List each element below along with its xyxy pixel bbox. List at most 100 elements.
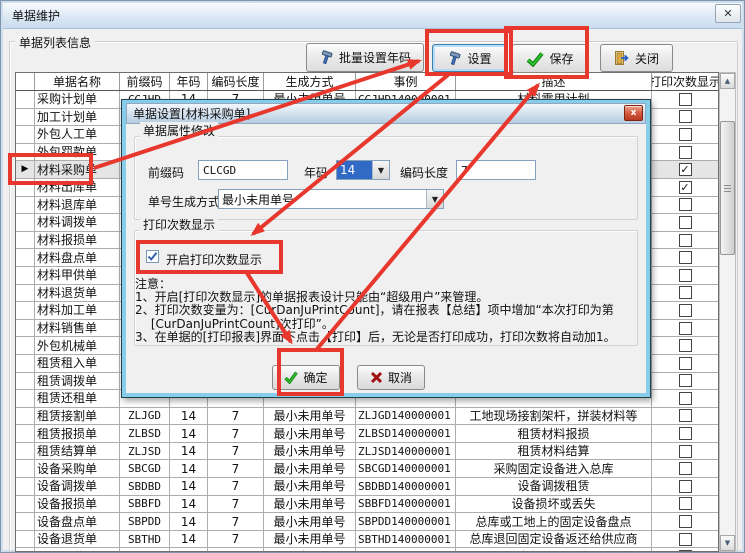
cancel-button[interactable]: 取消	[357, 365, 425, 390]
chevron-down-icon[interactable]: ▼	[426, 190, 443, 208]
print-count-display-checkbox[interactable]	[679, 339, 692, 352]
print-count-display-checkbox[interactable]	[679, 497, 692, 510]
column-header: 描述	[456, 73, 652, 90]
batch-set-year-button[interactable]: 批量设置年码	[306, 43, 424, 72]
table-row[interactable]: 设备盘点单SBPDD147最小未用单号SBPDD140000001总库或工地上的…	[16, 513, 718, 531]
scroll-down-button[interactable]: ▼	[720, 535, 735, 551]
cell-method: 最小未用单号	[264, 460, 356, 478]
print-count-display-checkbox[interactable]	[679, 286, 692, 299]
print-count-display-checkbox[interactable]	[679, 216, 692, 229]
cell-name: 外包人工单	[35, 126, 120, 144]
prefix-label: 前缀码	[148, 164, 184, 181]
print-count-display-checkbox[interactable]	[679, 322, 692, 335]
cell-name: 租赁还租单	[35, 390, 120, 408]
window-close-button[interactable]: ✕	[715, 4, 741, 23]
print-count-display-checkbox[interactable]	[679, 409, 692, 422]
table-row[interactable]: 设备调拨单SBDBD147最小未用单号SBDBD140000001设备调拨租赁	[16, 478, 718, 496]
print-count-display-checkbox[interactable]	[679, 374, 692, 387]
hammer-icon	[319, 50, 334, 65]
print-count-display-checkbox[interactable]	[679, 533, 692, 546]
cell-print-count	[652, 478, 719, 496]
table-row[interactable]: 设备退货单SBTHD147最小未用单号SBTHD140000001总库退回固定设…	[16, 531, 718, 549]
cell-print-count	[652, 355, 719, 373]
cell-name: 材料采购单	[35, 161, 120, 179]
print-count-display-checkbox[interactable]	[679, 427, 692, 440]
print-count-display-checkbox[interactable]	[679, 462, 692, 475]
scroll-up-button[interactable]: ▲	[720, 73, 735, 89]
chevron-down-icon[interactable]: ▼	[372, 161, 389, 179]
cell-print-count	[652, 531, 719, 549]
cell-name: 租赁结算单	[35, 443, 120, 461]
number-method-label: 单号生成方式	[148, 193, 220, 210]
column-header: 单据名称	[35, 73, 120, 90]
print-count-display-checkbox[interactable]	[679, 357, 692, 370]
print-count-display-checkbox[interactable]	[679, 128, 692, 141]
print-count-display-checkbox[interactable]: ✓	[679, 163, 692, 176]
cell-name: 材料退库单	[35, 197, 120, 215]
cell-print-count	[652, 513, 719, 531]
cell-example: SBTHD140000001	[356, 531, 456, 549]
dialog-close-button[interactable]: x	[624, 105, 643, 121]
window-title: 单据维护	[12, 7, 60, 24]
dialog-body: 单据属性修改 前缀码 CLCGD 年码 14 ▼ 编码长度 7 单号生成方式 最…	[126, 124, 646, 393]
print-count-display-checkbox[interactable]	[679, 146, 692, 159]
save-label: 保存	[549, 50, 573, 67]
print-count-display-checkbox[interactable]	[679, 251, 692, 264]
vertical-scrollbar[interactable]: ▲ ▼	[719, 72, 736, 552]
print-count-display-checkbox[interactable]	[679, 234, 692, 247]
row-selection-marker	[16, 302, 35, 320]
window-titlebar: 单据维护	[3, 3, 742, 29]
cell-prefix: SBPDD	[120, 513, 170, 531]
cell-print-count	[652, 425, 719, 443]
print-count-display-checkbox[interactable]	[679, 392, 692, 405]
scrollbar-thumb[interactable]	[720, 121, 735, 255]
cell-print-count	[652, 144, 719, 162]
print-count-display-checkbox[interactable]: ✓	[679, 181, 692, 194]
print-count-display-checkbox[interactable]	[679, 269, 692, 282]
cell-len: 7	[208, 460, 264, 478]
table-row[interactable]: 租赁接割单ZLJGD147最小未用单号ZLJGD140000001工地现场接割架…	[16, 408, 718, 426]
print-count-display-checkbox[interactable]	[679, 515, 692, 528]
cell-desc: 采购固定设备进入总库	[456, 460, 652, 478]
row-selection-marker	[16, 548, 35, 552]
print-count-display-checkbox[interactable]	[679, 198, 692, 211]
properties-group-label: 单据属性修改	[140, 122, 218, 139]
table-row[interactable]: 租赁报损单ZLBSD147最小未用单号ZLBSD140000001租赁材料报损	[16, 425, 718, 443]
cell-print-count	[652, 267, 719, 285]
settings-button[interactable]: 设置	[432, 44, 507, 72]
hammer-icon	[447, 51, 462, 66]
save-button[interactable]: 保存	[512, 44, 588, 73]
cell-name: 员工罚款单	[35, 548, 120, 552]
print-count-display-checkbox[interactable]	[679, 93, 692, 106]
column-header: 事例	[356, 73, 456, 90]
ok-button[interactable]: 确定	[272, 365, 340, 390]
close-window-button[interactable]: 关闭	[600, 44, 673, 72]
print-count-display-checkbox[interactable]	[679, 445, 692, 458]
number-method-dropdown[interactable]: 最小未用单号 ▼	[218, 189, 444, 209]
year-value: 14	[337, 161, 372, 179]
print-count-display-checkbox[interactable]	[679, 304, 692, 317]
code-length-value: 7	[461, 164, 468, 177]
table-row[interactable]: 租赁结算单ZLJSD147最小未用单号ZLJSD140000001租赁材料结算	[16, 443, 718, 461]
code-length-input[interactable]: 7	[456, 160, 536, 180]
cell-len: 7	[208, 425, 264, 443]
row-selection-marker	[16, 355, 35, 373]
year-dropdown[interactable]: 14 ▼	[336, 160, 390, 180]
table-row[interactable]: 员工罚款单NBFKD147最小未用单号NBFKD140000001内部员工罚款	[16, 548, 718, 552]
print-count-display-checkbox[interactable]	[679, 480, 692, 493]
print-count-display-checkbox[interactable]	[679, 550, 692, 552]
cell-print-count	[652, 232, 719, 250]
prefix-input[interactable]: CLCGD	[198, 160, 288, 180]
cell-print-count	[652, 320, 719, 338]
cell-print-count	[652, 126, 719, 144]
cell-print-count	[652, 443, 719, 461]
cell-name: 租赁报损单	[35, 425, 120, 443]
row-selection-marker	[16, 126, 35, 144]
exit-door-icon	[614, 50, 630, 66]
cell-desc: 设备调拨租赁	[456, 478, 652, 496]
cell-print-count	[652, 373, 719, 391]
table-row[interactable]: 设备采购单SBCGD147最小未用单号SBCGD140000001采购固定设备进…	[16, 460, 718, 478]
table-row[interactable]: 设备报损单SBBFD147最小未用单号SBBFD140000001设备损坏或丢失	[16, 496, 718, 514]
enable-print-count-checkbox[interactable]	[146, 250, 159, 263]
print-count-display-checkbox[interactable]	[679, 110, 692, 123]
